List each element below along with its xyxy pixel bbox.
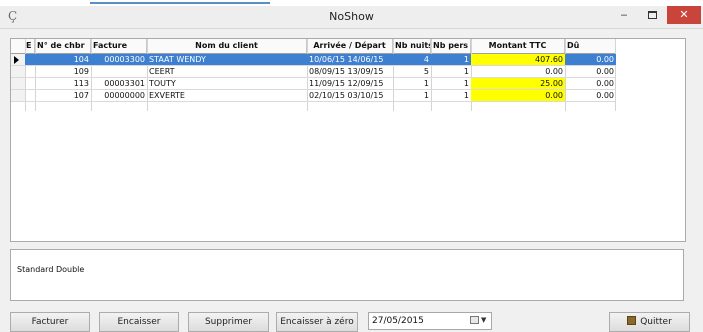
date-value: 27/05/2015 — [372, 316, 424, 326]
exit-door-icon — [627, 316, 637, 325]
quitter-button[interactable]: Quitter — [609, 312, 690, 332]
cell-nuits: 1 — [423, 79, 429, 88]
row-indicator — [11, 78, 25, 89]
cell-room: 113 — [73, 79, 89, 88]
cell-pers: 1 — [463, 79, 469, 88]
minimize-button[interactable]: ‒ — [611, 6, 637, 24]
current-row-arrow-icon — [14, 56, 19, 64]
cell-dates: 02/10/15 03/10/15 — [309, 91, 384, 100]
cell-client: CEERT — [149, 67, 175, 76]
table-row[interactable]: 109 CEERT 08/09/15 13/09/15 5 1 0.00 0.0… — [11, 66, 616, 78]
memo-text: Standard Double — [17, 265, 85, 274]
cell-facture: 00000000 — [104, 91, 145, 100]
cell-du: 0.00 — [596, 67, 614, 76]
calendar-icon[interactable] — [470, 316, 479, 324]
table-row[interactable]: 104 00003300 STAAT WENDY 10/06/15 14/06/… — [11, 54, 616, 66]
cell-facture: 00003301 — [104, 79, 145, 88]
facturer-button[interactable]: Facturer — [10, 312, 90, 332]
cell-dates: 11/09/15 12/09/15 — [309, 79, 384, 88]
table-row[interactable]: 107 00000000 EXVERTE 02/10/15 03/10/15 1… — [11, 90, 616, 102]
window-title: NoShow — [329, 10, 374, 23]
cell-montant: 0.00 — [471, 90, 565, 101]
quitter-label: Quitter — [640, 317, 672, 327]
cell-room: 109 — [73, 67, 89, 76]
cell-room: 107 — [73, 91, 89, 100]
cell-pers: 1 — [463, 67, 469, 76]
top-strip-segment — [90, 2, 270, 4]
cell-pers: 1 — [463, 55, 469, 64]
cell-dates: 08/09/15 13/09/15 — [309, 67, 384, 76]
cell-nuits: 1 — [423, 91, 429, 100]
cell-nuits: 5 — [423, 67, 429, 76]
table-row[interactable]: 113 00003301 TOUTY 11/09/15 12/09/15 1 1… — [11, 78, 616, 90]
column-header-e[interactable]: E — [25, 39, 35, 53]
chevron-down-icon[interactable]: ▼ — [481, 316, 486, 324]
encaisser-zero-button[interactable]: Encaisser à zéro — [276, 312, 358, 332]
cell-du: 0.00 — [596, 79, 614, 88]
grid-header: E N° de chbr Facture Nom du client Arriv… — [11, 39, 616, 54]
cell-montant: 407.60 — [471, 54, 565, 65]
column-header-client[interactable]: Nom du client — [147, 39, 307, 53]
supprimer-button[interactable]: Supprimer — [188, 312, 269, 332]
column-header-facture[interactable]: Facture — [91, 39, 147, 53]
column-header-montant[interactable]: Montant TTC — [471, 39, 565, 53]
room-type-memo[interactable]: Standard Double — [10, 249, 684, 301]
column-header-pers[interactable]: Nb pers — [431, 39, 471, 53]
row-indicator — [11, 90, 25, 101]
row-indicator — [11, 54, 25, 65]
cell-montant: 25.00 — [471, 78, 565, 89]
column-header-du[interactable]: Dû — [565, 39, 616, 53]
title-bar: Ç NoShow ‒ ✕ — [0, 6, 703, 29]
maximize-icon — [648, 11, 657, 19]
column-header-room[interactable]: N° de chbr — [35, 39, 91, 53]
encaisser-button[interactable]: Encaisser — [99, 312, 179, 332]
cell-client: EXVERTE — [149, 91, 185, 100]
cell-facture — [91, 66, 147, 77]
maximize-button[interactable] — [639, 6, 665, 24]
column-header-dates[interactable]: Arrivée / Départ — [307, 39, 393, 53]
column-header-nuits[interactable]: Nb nuits — [393, 39, 431, 53]
close-button[interactable]: ✕ — [667, 6, 701, 24]
cell-client: TOUTY — [149, 79, 176, 88]
cell-pers: 1 — [463, 91, 469, 100]
cell-nuits: 4 — [423, 55, 429, 64]
cell-dates: 10/06/15 14/06/15 — [309, 55, 384, 64]
cell-du: 0.00 — [596, 55, 614, 64]
row-indicator — [11, 66, 25, 77]
cell-montant: 0.00 — [545, 67, 563, 76]
cell-du: 0.00 — [596, 91, 614, 100]
cell-room: 104 — [73, 55, 89, 64]
cell-client: STAAT WENDY — [149, 55, 206, 64]
noshow-grid[interactable]: E N° de chbr Facture Nom du client Arriv… — [10, 38, 686, 242]
cell-facture: 00003300 — [104, 55, 145, 64]
